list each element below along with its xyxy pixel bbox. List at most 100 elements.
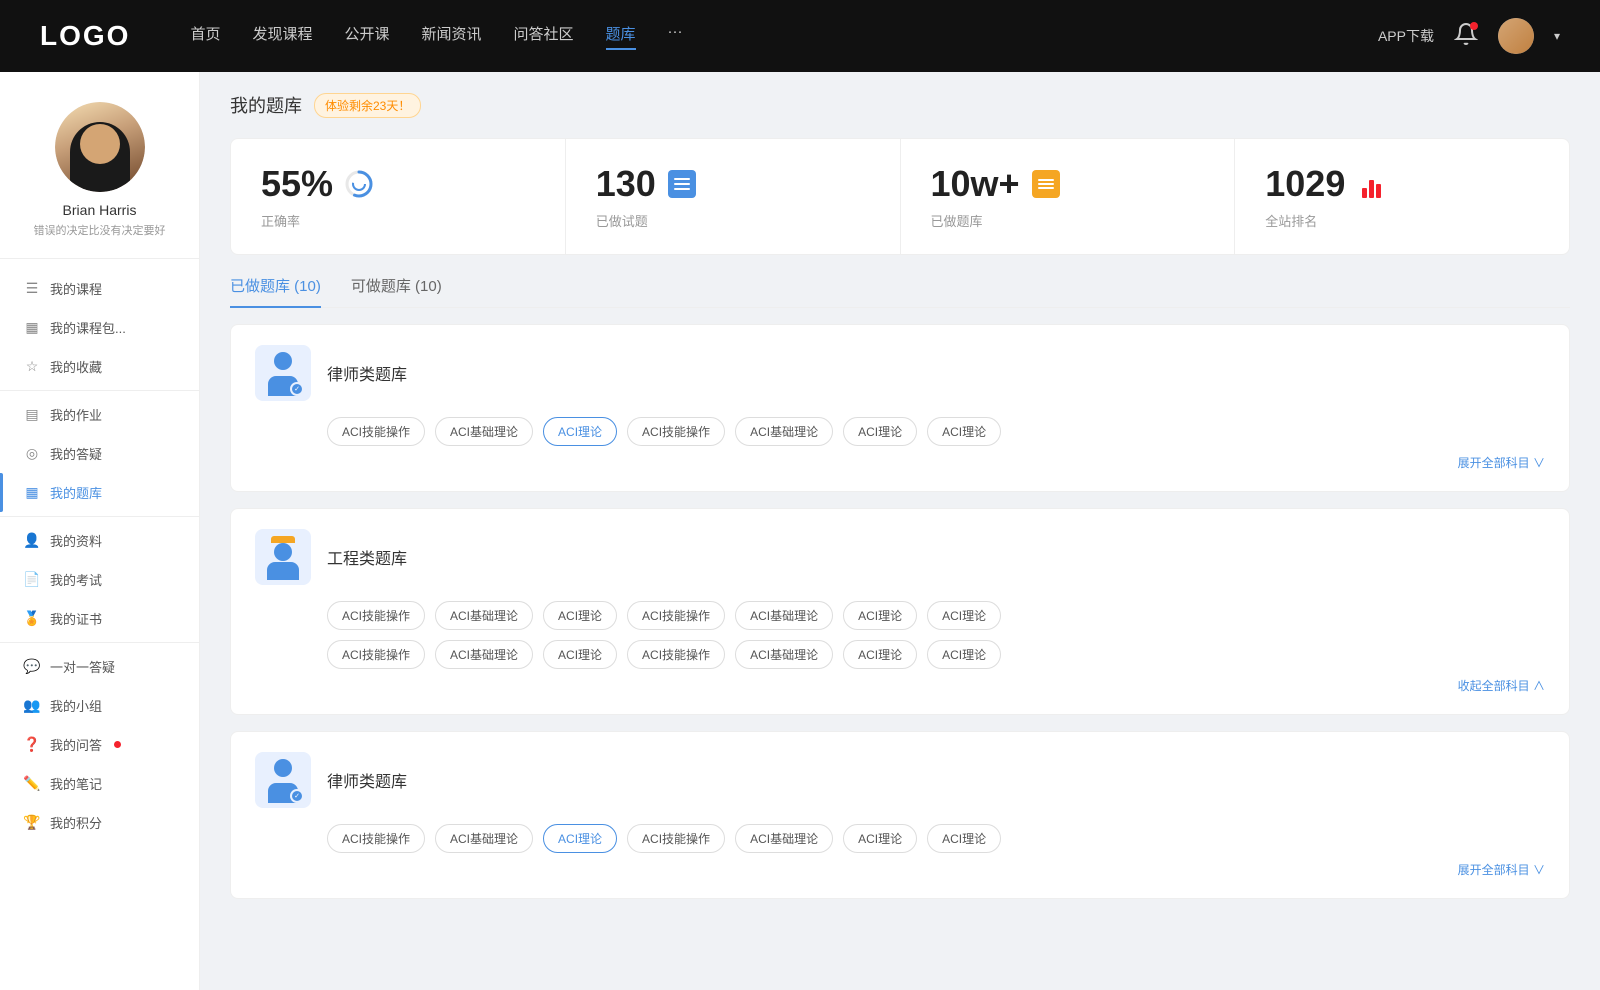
sidebar-item-my-notes[interactable]: ✏️ 我的笔记 xyxy=(0,764,199,803)
tag[interactable]: ACI技能操作 xyxy=(327,601,425,630)
navbar: LOGO 首页 发现课程 公开课 新闻资讯 问答社区 题库 ··· APP下载 … xyxy=(0,0,1600,72)
tag[interactable]: ACI理论 xyxy=(543,601,617,630)
tag[interactable]: ACI理论 xyxy=(927,824,1001,853)
sidebar-item-my-courses[interactable]: ☰ 我的课程 xyxy=(0,269,199,308)
bank-header: ✓ 律师类题库 xyxy=(255,345,1545,401)
question-circle-icon: ◎ xyxy=(24,446,40,462)
grid-icon: ▦ xyxy=(24,485,40,501)
tab-done[interactable]: 已做题库 (10) xyxy=(230,275,321,308)
sidebar-item-one-on-one[interactable]: 💬 一对一答疑 xyxy=(0,647,199,686)
sidebar-item-my-quiz[interactable]: ▦ 我的题库 xyxy=(0,473,199,512)
sidebar-menu: ☰ 我的课程 ▦ 我的课程包... ☆ 我的收藏 ▤ 我的作业 ◎ 我的答疑 ▦ xyxy=(0,269,199,842)
tag[interactable]: ACI理论 xyxy=(543,640,617,669)
user-avatar[interactable] xyxy=(1498,18,1534,54)
tag[interactable]: ACI基础理论 xyxy=(735,417,833,446)
bank-icon-engineer xyxy=(255,529,311,585)
stat-accuracy-label: 正确率 xyxy=(261,211,535,230)
tag[interactable]: ACI技能操作 xyxy=(627,601,725,630)
stats-row: 55% 正确率 130 xyxy=(230,138,1570,255)
user-menu-chevron[interactable]: ▾ xyxy=(1554,29,1560,43)
sidebar-item-course-packages[interactable]: ▦ 我的课程包... xyxy=(0,308,199,347)
stat-done-label: 已做试题 xyxy=(596,211,870,230)
sidebar-item-label: 我的考试 xyxy=(50,570,102,589)
question-mark-icon: ❓ xyxy=(24,737,40,753)
sidebar-item-my-profile[interactable]: 👤 我的资料 xyxy=(0,521,199,560)
star-icon: ☆ xyxy=(24,359,40,375)
tag[interactable]: ACI技能操作 xyxy=(627,824,725,853)
tag[interactable]: ACI技能操作 xyxy=(627,417,725,446)
sidebar-item-homework[interactable]: ▤ 我的作业 xyxy=(0,395,199,434)
bank-expand-lawyer1[interactable]: 展开全部科目 ∨ xyxy=(255,454,1545,471)
sidebar-item-my-questions[interactable]: ❓ 我的问答 xyxy=(0,725,199,764)
nav-open-course[interactable]: 公开课 xyxy=(344,23,389,50)
trial-badge: 体验剩余23天！ xyxy=(314,93,421,118)
bank-expand-lawyer2[interactable]: 展开全部科目 ∨ xyxy=(255,861,1545,878)
bar-chart-icon: ▦ xyxy=(24,320,40,336)
sidebar: Brian Harris 错误的决定比没有决定要好 ☰ 我的课程 ▦ 我的课程包… xyxy=(0,72,200,990)
navbar-right: APP下载 ▾ xyxy=(1378,18,1560,54)
nav-news[interactable]: 新闻资讯 xyxy=(422,23,482,50)
tag[interactable]: ACI技能操作 xyxy=(327,417,425,446)
sidebar-item-my-qa[interactable]: ◎ 我的答疑 xyxy=(0,434,199,473)
bank-section-engineer: 工程类题库 ACI技能操作 ACI基础理论 ACI理论 ACI技能操作 ACI基… xyxy=(230,508,1570,715)
tag[interactable]: ACI基础理论 xyxy=(735,601,833,630)
tag[interactable]: ACI基础理论 xyxy=(735,824,833,853)
award-icon: 🏅 xyxy=(24,611,40,627)
tag[interactable]: ACI基础理论 xyxy=(435,824,533,853)
tag[interactable]: ACI基础理论 xyxy=(435,640,533,669)
tag[interactable]: ACI基础理论 xyxy=(435,601,533,630)
bank-section-lawyer1: ✓ 律师类题库 ACI技能操作 ACI基础理论 ACI理论 ACI技能操作 AC… xyxy=(230,324,1570,492)
bank-tags-lawyer1: ACI技能操作 ACI基础理论 ACI理论 ACI技能操作 ACI基础理论 AC… xyxy=(255,417,1545,446)
stat-top: 55% xyxy=(261,163,535,205)
pen-icon: ✏️ xyxy=(24,776,40,792)
sidebar-item-label: 我的课程包... xyxy=(50,318,126,337)
sidebar-item-my-certificate[interactable]: 🏅 我的证书 xyxy=(0,599,199,638)
tag[interactable]: ACI技能操作 xyxy=(327,640,425,669)
bank-name-lawyer1: 律师类题库 xyxy=(327,361,407,385)
person-icon: 🏆 xyxy=(24,815,40,831)
file-text-icon: 📄 xyxy=(24,572,40,588)
tag[interactable]: ACI基础理论 xyxy=(735,640,833,669)
sidebar-item-label: 我的作业 xyxy=(50,405,102,424)
bank-collapse-engineer[interactable]: 收起全部科目 ∧ xyxy=(255,677,1545,694)
sidebar-item-label: 我的小组 xyxy=(50,696,102,715)
avatar-image xyxy=(55,102,145,192)
sidebar-item-my-points[interactable]: 🏆 我的积分 xyxy=(0,803,199,842)
tag[interactable]: ACI理论 xyxy=(927,417,1001,446)
bank-icon-lawyer: ✓ xyxy=(255,345,311,401)
sidebar-profile: Brian Harris 错误的决定比没有决定要好 xyxy=(0,92,199,259)
sidebar-item-favorites[interactable]: ☆ 我的收藏 xyxy=(0,347,199,386)
tag[interactable]: ACI理论 xyxy=(843,417,917,446)
stat-top: 10w+ xyxy=(931,163,1205,205)
sidebar-item-label: 我的答疑 xyxy=(50,444,102,463)
logo[interactable]: LOGO xyxy=(40,20,130,52)
tag[interactable]: ACI理论 xyxy=(927,640,1001,669)
tag[interactable]: ACI理论 xyxy=(843,640,917,669)
app-download-button[interactable]: APP下载 xyxy=(1378,26,1434,46)
sidebar-item-my-exam[interactable]: 📄 我的考试 xyxy=(0,560,199,599)
nav-qa[interactable]: 问答社区 xyxy=(514,23,574,50)
sidebar-divider-3 xyxy=(0,642,199,643)
tag-active[interactable]: ACI理论 xyxy=(543,417,617,446)
tag[interactable]: ACI技能操作 xyxy=(627,640,725,669)
bank-header: 工程类题库 xyxy=(255,529,1545,585)
tag[interactable]: ACI理论 xyxy=(843,824,917,853)
tag[interactable]: ACI基础理论 xyxy=(435,417,533,446)
tag[interactable]: ACI技能操作 xyxy=(327,824,425,853)
tag[interactable]: ACI理论 xyxy=(843,601,917,630)
notification-dot xyxy=(1470,22,1478,30)
sidebar-item-label: 一对一答疑 xyxy=(50,657,115,676)
tag-active[interactable]: ACI理论 xyxy=(543,824,617,853)
tag[interactable]: ACI理论 xyxy=(927,601,1001,630)
sidebar-item-label: 我的问答 xyxy=(50,735,102,754)
stat-accuracy: 55% 正确率 xyxy=(231,139,566,254)
nav-home[interactable]: 首页 xyxy=(190,23,220,50)
nav-discover[interactable]: 发现课程 xyxy=(252,23,312,50)
tab-available[interactable]: 可做题库 (10) xyxy=(351,275,442,308)
nav-more[interactable]: ··· xyxy=(668,23,683,50)
notification-bell[interactable] xyxy=(1454,22,1478,51)
stat-done-questions: 130 已做试题 xyxy=(566,139,901,254)
nav-quiz[interactable]: 题库 xyxy=(606,23,636,50)
sidebar-item-label: 我的收藏 xyxy=(50,357,102,376)
sidebar-item-my-group[interactable]: 👥 我的小组 xyxy=(0,686,199,725)
